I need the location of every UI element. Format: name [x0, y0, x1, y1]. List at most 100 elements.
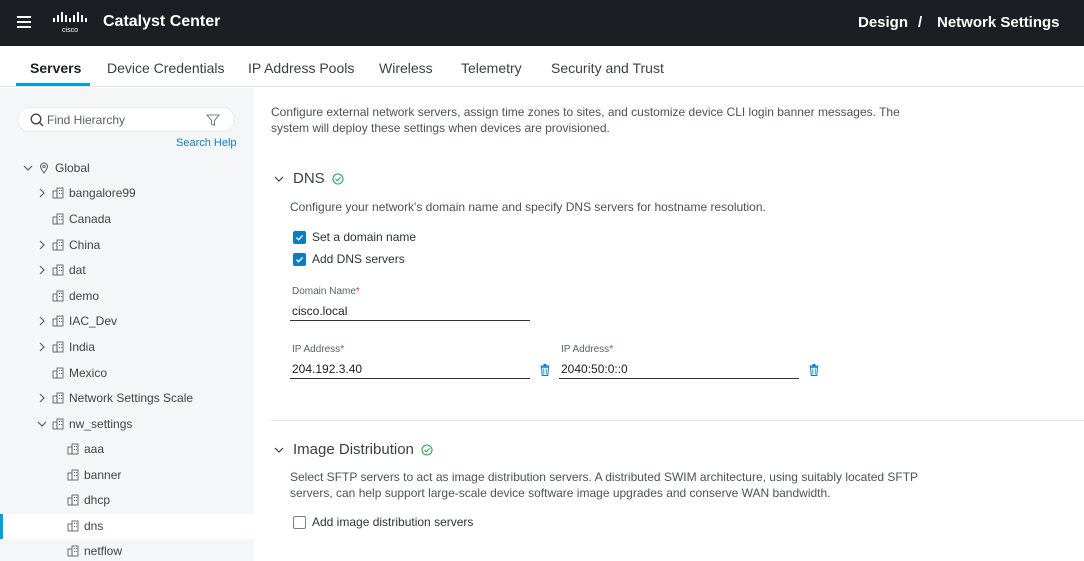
trash-icon[interactable] [809, 364, 819, 376]
dns-description: Configure your network's domain name and… [290, 200, 766, 214]
site-hierarchy-sidebar: Search Help Global bangalore99 Canada Ch… [0, 88, 254, 561]
filter-icon[interactable] [206, 113, 220, 127]
add-dns-checkbox[interactable] [293, 252, 306, 266]
tree-item-label: dns [84, 519, 104, 533]
tab-bar: Servers Device Credentials IP Address Po… [0, 46, 1084, 87]
dns-section-header[interactable]: DNS [274, 170, 344, 187]
chevron-right-icon[interactable] [36, 239, 48, 251]
required-marker: * [340, 344, 345, 355]
building-icon [52, 213, 64, 225]
breadcrumb-separator: / [918, 14, 923, 31]
checkmark-icon [296, 234, 304, 241]
add-dns-label: Add DNS servers [312, 252, 405, 266]
intro-text: Configure external network servers, assi… [271, 105, 900, 135]
tree-item-canada[interactable]: Canada [36, 208, 111, 230]
chevron-down-icon[interactable] [22, 162, 34, 174]
search-help-link[interactable]: Search Help [176, 137, 237, 149]
tab-ip-address-pools[interactable]: IP Address Pools [248, 60, 354, 76]
chevron-down-icon[interactable] [274, 174, 284, 184]
tree-item-dhcp[interactable]: dhcp [67, 489, 110, 511]
domain-name-input[interactable] [290, 301, 530, 321]
tree-item-demo[interactable]: demo [36, 285, 99, 307]
ip-address-1-label-text: IP Address [292, 344, 341, 355]
tab-device-credentials[interactable]: Device Credentials [107, 60, 225, 76]
chevron-down-icon[interactable] [274, 445, 284, 455]
tree-item-mexico[interactable]: Mexico [36, 362, 107, 384]
tree-item-label: aaa [84, 442, 105, 456]
tree-item-netflow[interactable]: netflow [67, 540, 122, 561]
chevron-down-icon[interactable] [36, 418, 48, 430]
tree-item-label: nw_settings [69, 417, 133, 431]
tree-item-india[interactable]: India [36, 336, 95, 358]
hierarchy-search-box [17, 107, 235, 132]
section-divider [271, 420, 1084, 421]
chevron-right-icon[interactable] [36, 315, 48, 327]
building-icon [67, 443, 79, 455]
ip-address-2-input[interactable] [559, 359, 799, 379]
breadcrumb-network-settings: Network Settings [937, 14, 1060, 31]
add-image-distribution-label: Add image distribution servers [312, 515, 474, 529]
cisco-logo: cisco [53, 12, 87, 34]
tree-item-label: Canada [69, 212, 112, 226]
building-icon [52, 239, 64, 251]
set-domain-label: Set a domain name [312, 230, 417, 244]
add-dns-checkbox-row[interactable]: Add DNS servers [293, 252, 405, 266]
building-icon [52, 290, 64, 302]
ip-address-2-label: IP Address* [561, 344, 613, 355]
tree-item-label: bangalore99 [69, 186, 136, 200]
tree-item-dat[interactable]: dat [36, 259, 86, 281]
domain-name-label-text: Domain Name [292, 286, 356, 297]
app-title: Catalyst Center [103, 13, 221, 30]
ip-address-1-input[interactable] [290, 359, 530, 379]
add-image-distribution-checkbox-row[interactable]: Add image distribution servers [293, 515, 473, 529]
checkmark-icon [296, 256, 304, 263]
tree-item-dns[interactable]: dns [67, 515, 103, 537]
required-marker: * [355, 286, 360, 297]
tree-item-bangalore99[interactable]: bangalore99 [36, 182, 136, 204]
building-icon [67, 494, 79, 506]
tab-wireless[interactable]: Wireless [379, 60, 433, 76]
tree-item-nw-settings[interactable]: nw_settings [36, 413, 132, 435]
tree-item-banner[interactable]: banner [67, 464, 121, 486]
chevron-right-icon[interactable] [36, 187, 48, 199]
hierarchy-search-input[interactable] [47, 112, 197, 128]
set-domain-checkbox[interactable] [293, 230, 306, 244]
ip-address-2-label-text: IP Address [561, 344, 610, 355]
tree-item-iac-dev[interactable]: IAC_Dev [36, 310, 117, 332]
tree-item-label: Network Settings Scale [69, 391, 194, 405]
building-icon [67, 520, 79, 532]
check-circle-icon [332, 172, 344, 185]
tree-item-label: India [69, 340, 96, 354]
building-icon [52, 187, 64, 199]
chevron-right-icon[interactable] [36, 264, 48, 276]
chevron-right-icon[interactable] [36, 341, 48, 353]
tree-item-label: Mexico [69, 366, 108, 380]
tree-item-network-settings-scale[interactable]: Network Settings Scale [36, 387, 193, 409]
trash-icon[interactable] [540, 364, 550, 376]
tree-item-global[interactable]: Global [22, 157, 90, 179]
tab-servers[interactable]: Servers [30, 60, 81, 76]
set-domain-checkbox-row[interactable]: Set a domain name [293, 230, 416, 244]
building-icon [52, 367, 64, 379]
breadcrumb-design[interactable]: Design [858, 14, 908, 31]
building-icon [52, 341, 64, 353]
location-pin-icon [39, 162, 49, 174]
tab-security-and-trust[interactable]: Security and Trust [551, 60, 664, 76]
cisco-logo-text: cisco [62, 27, 78, 34]
image-distribution-section-header[interactable]: Image Distribution [274, 441, 433, 458]
dns-section-title: DNS [293, 170, 325, 187]
building-icon [52, 392, 64, 404]
menu-icon[interactable] [17, 16, 31, 28]
tree-item-label: IAC_Dev [69, 314, 118, 328]
tree-item-aaa[interactable]: aaa [67, 438, 104, 460]
check-circle-icon [421, 443, 433, 456]
tree-item-label: demo [69, 289, 100, 303]
add-image-distribution-checkbox[interactable] [293, 515, 306, 529]
domain-name-label: Domain Name* [292, 286, 360, 297]
tree-item-label: dat [69, 263, 86, 277]
chevron-right-icon[interactable] [36, 392, 48, 404]
tab-telemetry[interactable]: Telemetry [461, 60, 522, 76]
tree-item-china[interactable]: China [36, 234, 100, 256]
ip-address-1-label: IP Address* [292, 344, 344, 355]
image-distribution-description: Select SFTP servers to act as image dist… [290, 470, 918, 500]
